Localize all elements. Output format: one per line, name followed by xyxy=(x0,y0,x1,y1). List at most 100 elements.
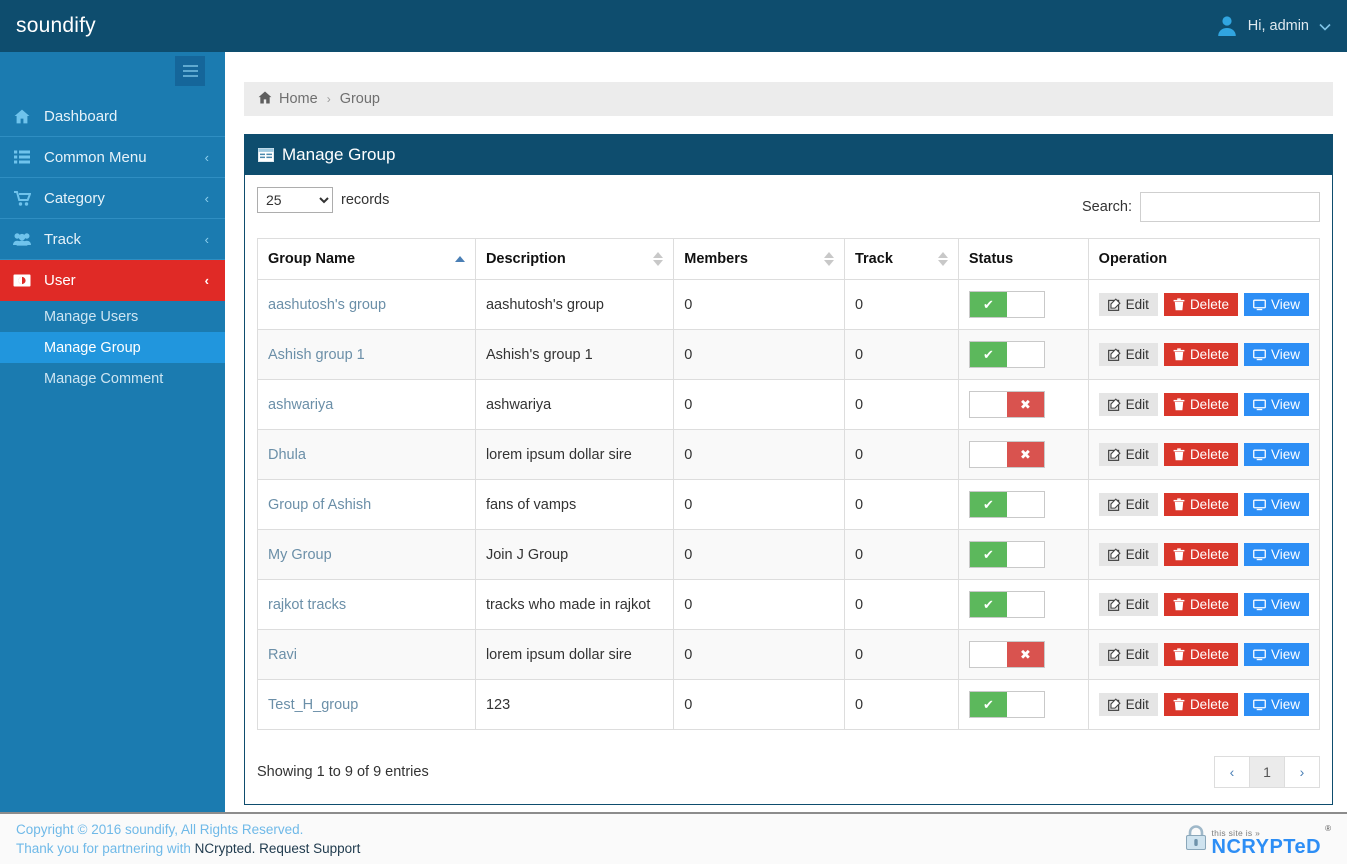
delete-label: Delete xyxy=(1189,496,1229,512)
delete-button[interactable]: Delete xyxy=(1163,342,1238,367)
status-toggle-on[interactable]: ✔ xyxy=(968,541,1045,568)
main-content: Home › Group Manage Group 25 records Sea… xyxy=(225,52,1347,812)
sidebar-item-category[interactable]: Category ‹ xyxy=(0,178,225,219)
edit-label: Edit xyxy=(1125,296,1149,312)
cell-group-name: Dhula xyxy=(257,429,476,480)
view-button[interactable]: View xyxy=(1243,392,1309,417)
col-description[interactable]: Description xyxy=(474,238,675,280)
status-toggle-on[interactable]: ✔ xyxy=(968,291,1045,318)
pagination-prev[interactable]: ‹ xyxy=(1214,756,1250,788)
app-brand[interactable]: soundify xyxy=(0,14,96,38)
cell-operation: Edit Delete View xyxy=(1087,279,1321,330)
col-track[interactable]: Track xyxy=(843,238,959,280)
col-group-name[interactable]: Group Name xyxy=(257,238,476,280)
view-button[interactable]: View xyxy=(1243,542,1309,567)
delete-button[interactable]: Delete xyxy=(1163,692,1238,717)
status-toggle-on[interactable]: ✔ xyxy=(968,591,1045,618)
ncrypted-logo[interactable]: this site is » NCRYPTeD ® xyxy=(1183,824,1331,857)
delete-button[interactable]: Delete xyxy=(1163,292,1238,317)
pagination-page-1[interactable]: 1 xyxy=(1249,756,1285,788)
sidebar-item-track[interactable]: Track ‹ xyxy=(0,219,225,260)
user-menu[interactable]: Hi, admin xyxy=(1214,13,1347,39)
search-input[interactable] xyxy=(1140,192,1320,222)
sidebar-item-dashboard[interactable]: Dashboard xyxy=(0,96,225,137)
view-button[interactable]: View xyxy=(1243,442,1309,467)
sidebar-label: User xyxy=(44,271,76,289)
edit-button[interactable]: Edit xyxy=(1098,292,1158,317)
group-name-link[interactable]: ashwariya xyxy=(268,397,333,413)
cell-members: 0 xyxy=(673,429,845,480)
check-icon: ✔ xyxy=(969,692,1007,717)
view-button[interactable]: View xyxy=(1243,592,1309,617)
view-button[interactable]: View xyxy=(1243,642,1309,667)
sidebar-item-common-menu[interactable]: Common Menu ‹ xyxy=(0,137,225,178)
sidebar-subitem-manage-users[interactable]: Manage Users xyxy=(0,301,225,332)
pagination-next[interactable]: › xyxy=(1284,756,1320,788)
breadcrumb-separator: › xyxy=(326,92,331,106)
view-button[interactable]: View xyxy=(1243,492,1309,517)
group-name-link[interactable]: Group of Ashish xyxy=(268,497,371,513)
edit-label: Edit xyxy=(1125,596,1149,612)
group-name-link[interactable]: Test_H_group xyxy=(268,697,358,713)
edit-button[interactable]: Edit xyxy=(1098,642,1158,667)
group-name-link[interactable]: My Group xyxy=(268,547,332,563)
cell-description: 123 xyxy=(474,679,675,730)
edit-label: Edit xyxy=(1125,396,1149,412)
edit-button[interactable]: Edit xyxy=(1098,692,1158,717)
col-members[interactable]: Members xyxy=(673,238,845,280)
edit-label: Edit xyxy=(1125,346,1149,362)
edit-label: Edit xyxy=(1125,446,1149,462)
sidebar-item-user[interactable]: User ‹ xyxy=(0,260,225,301)
group-name-link[interactable]: Ashish group 1 xyxy=(268,347,365,363)
cell-status: ✖ xyxy=(957,429,1089,480)
group-name-link[interactable]: aashutosh's group xyxy=(268,297,386,313)
edit-button[interactable]: Edit xyxy=(1098,492,1158,517)
hamburger-menu-icon[interactable] xyxy=(175,56,205,86)
partner-link[interactable]: NCrypted. Request Support xyxy=(195,841,361,856)
toggle-blank-half xyxy=(1006,692,1044,717)
records-per-page-select[interactable]: 25 xyxy=(257,187,333,213)
toggle-blank-half xyxy=(1006,542,1044,567)
status-toggle-off[interactable]: ✖ xyxy=(968,391,1045,418)
delete-button[interactable]: Delete xyxy=(1163,492,1238,517)
delete-button[interactable]: Delete xyxy=(1163,392,1238,417)
edit-button[interactable]: Edit xyxy=(1098,592,1158,617)
group-name-link[interactable]: rajkot tracks xyxy=(268,597,346,613)
sidebar-subitem-manage-group[interactable]: Manage Group xyxy=(0,332,225,363)
status-toggle-off[interactable]: ✖ xyxy=(968,641,1045,668)
delete-button[interactable]: Delete xyxy=(1163,592,1238,617)
group-name-link[interactable]: Ravi xyxy=(268,647,297,663)
cell-status: ✔ xyxy=(957,579,1089,630)
sort-neutral-icon xyxy=(937,252,948,266)
delete-label: Delete xyxy=(1189,546,1229,562)
sort-ascending-icon xyxy=(454,256,465,262)
sidebar-subitem-manage-comment[interactable]: Manage Comment xyxy=(0,363,225,394)
partner-prefix: Thank you for partnering with xyxy=(16,841,195,856)
cell-track: 0 xyxy=(843,379,959,430)
status-toggle-on[interactable]: ✔ xyxy=(968,691,1045,718)
view-button[interactable]: View xyxy=(1243,692,1309,717)
cross-icon: ✖ xyxy=(1006,442,1044,467)
edit-button[interactable]: Edit xyxy=(1098,442,1158,467)
view-label: View xyxy=(1270,346,1300,362)
view-button[interactable]: View xyxy=(1243,342,1309,367)
user-greeting: Hi, admin xyxy=(1247,18,1309,34)
status-toggle-off[interactable]: ✖ xyxy=(968,441,1045,468)
status-toggle-on[interactable]: ✔ xyxy=(968,491,1045,518)
edit-button[interactable]: Edit xyxy=(1098,542,1158,567)
breadcrumb-home[interactable]: Home xyxy=(279,91,318,107)
delete-button[interactable]: Delete xyxy=(1163,542,1238,567)
toggle-blank-half xyxy=(1006,492,1044,517)
edit-label: Edit xyxy=(1125,496,1149,512)
edit-button[interactable]: Edit xyxy=(1098,342,1158,367)
sort-neutral-icon xyxy=(823,252,834,266)
delete-button[interactable]: Delete xyxy=(1163,642,1238,667)
view-label: View xyxy=(1270,296,1300,312)
delete-label: Delete xyxy=(1189,646,1229,662)
table-row: Group of Ashish fans of vamps 0 0 ✔ Edit Delet… xyxy=(257,479,1321,530)
view-button[interactable]: View xyxy=(1243,292,1309,317)
group-name-link[interactable]: Dhula xyxy=(268,447,306,463)
delete-button[interactable]: Delete xyxy=(1163,442,1238,467)
edit-button[interactable]: Edit xyxy=(1098,392,1158,417)
status-toggle-on[interactable]: ✔ xyxy=(968,341,1045,368)
